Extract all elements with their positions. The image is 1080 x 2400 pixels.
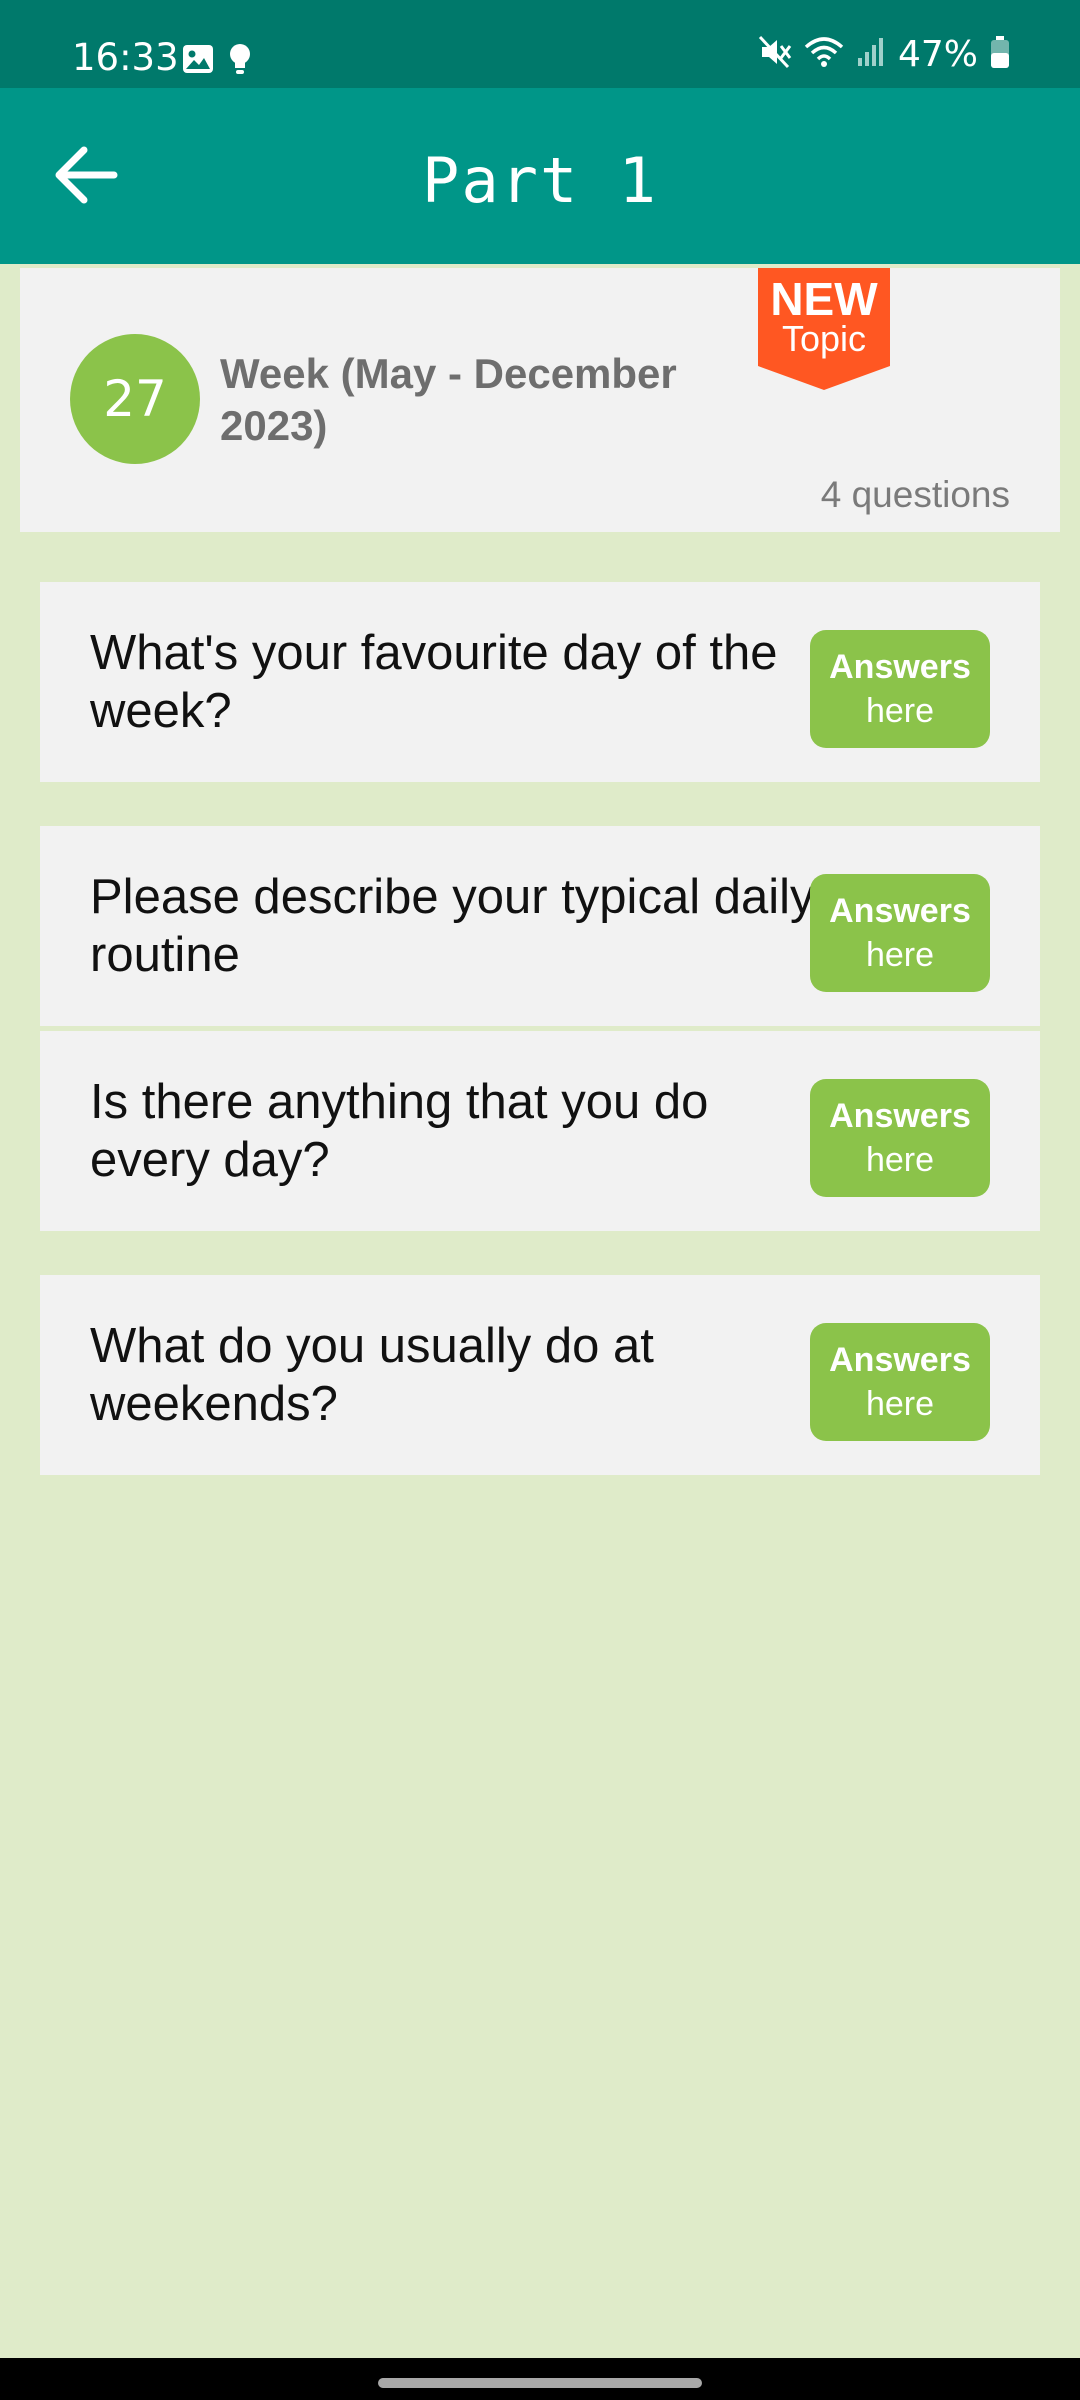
- topic-header-card: 27 Week (May - December 2023) NEW Topic …: [20, 268, 1060, 532]
- question-card[interactable]: Please describe your typical daily routi…: [40, 826, 1040, 1026]
- status-left-icons: [182, 43, 252, 80]
- image-icon: [182, 44, 214, 79]
- answers-button-label: Answers: [829, 1097, 971, 1135]
- mute-icon: [758, 35, 792, 74]
- page-title: Part 1: [422, 144, 658, 217]
- new-topic-badge: NEW Topic: [758, 268, 890, 390]
- answers-button-sublabel: here: [865, 1141, 935, 1179]
- question-text: What do you usually do at weekends?: [90, 1319, 654, 1431]
- app-bar: Part 1: [0, 88, 1080, 264]
- home-indicator[interactable]: [378, 2378, 702, 2388]
- signal-icon: [856, 36, 886, 73]
- question-card[interactable]: What's your favourite day of the week? A…: [40, 582, 1040, 782]
- answers-button[interactable]: Answers here: [810, 630, 990, 748]
- wifi-icon: [804, 35, 844, 74]
- answers-button-label: Answers: [829, 1341, 971, 1379]
- bulb-icon: [228, 43, 252, 80]
- question-text: Is there anything that you do every day?: [90, 1075, 709, 1187]
- topic-title: Week (May - December 2023): [220, 350, 677, 449]
- question-text: Please describe your typical daily routi…: [90, 870, 815, 982]
- answers-button-sublabel: here: [865, 692, 935, 730]
- question-card[interactable]: What do you usually do at weekends? Answ…: [40, 1275, 1040, 1475]
- answers-button-sublabel: here: [865, 1385, 935, 1423]
- status-time: 16:33: [72, 36, 179, 79]
- status-right-icons: 47%: [758, 34, 1010, 75]
- answers-button-label: Answers: [829, 892, 971, 930]
- question-count: 4 questions: [820, 474, 1010, 515]
- question-text: What's your favourite day of the week?: [90, 626, 778, 738]
- answers-button[interactable]: Answers here: [810, 1323, 990, 1441]
- topic-number-badge: 27: [70, 334, 200, 464]
- answers-button[interactable]: Answers here: [810, 1079, 990, 1197]
- answers-button-sublabel: here: [865, 936, 935, 974]
- battery-percent: 47%: [897, 34, 978, 75]
- status-bar: 16:33 47%: [0, 0, 1080, 88]
- battery-icon: [990, 35, 1010, 74]
- question-card[interactable]: Is there anything that you do every day?…: [40, 1031, 1040, 1231]
- answers-button[interactable]: Answers here: [810, 874, 990, 992]
- new-badge-sublabel: Topic: [781, 318, 867, 359]
- answers-button-label: Answers: [829, 648, 971, 686]
- navigation-bar: [0, 2358, 1080, 2400]
